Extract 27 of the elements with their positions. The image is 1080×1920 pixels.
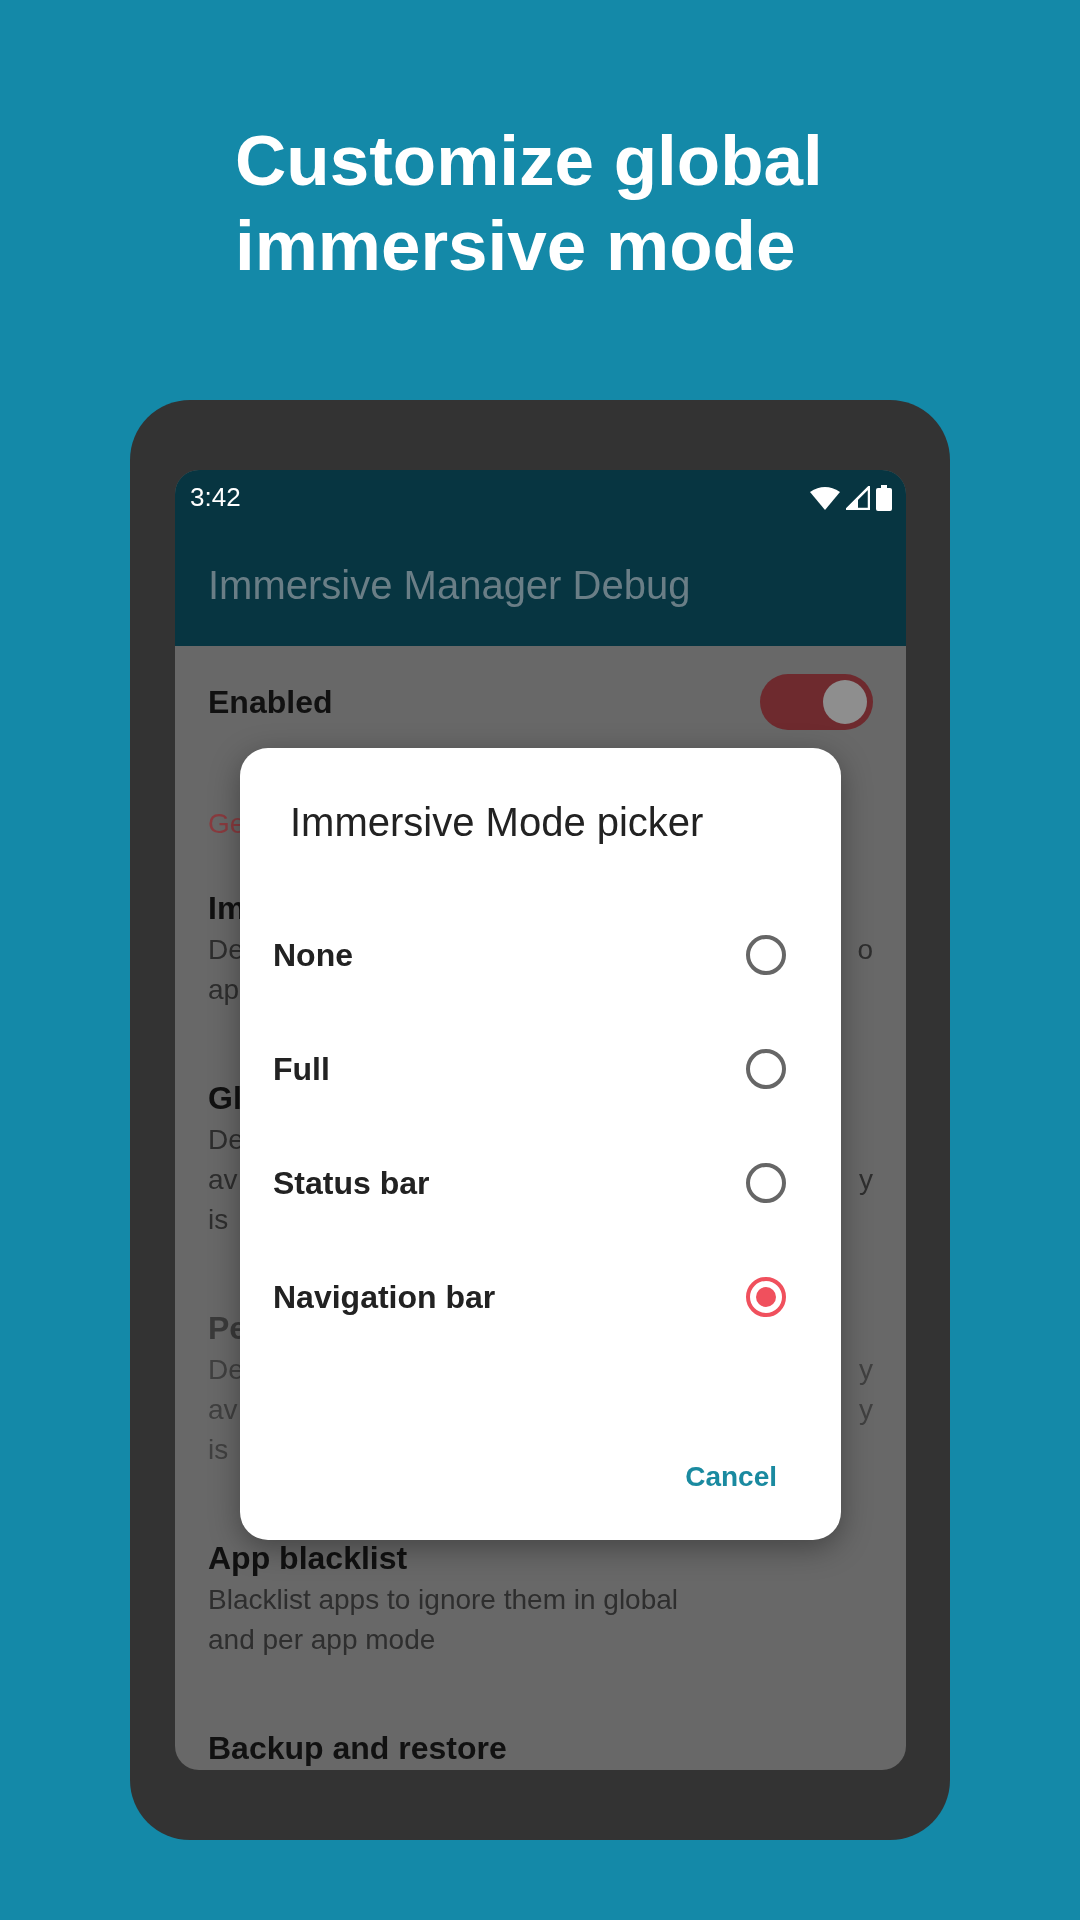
- radio-option[interactable]: Navigation bar: [240, 1240, 841, 1354]
- app-title: Immersive Manager Debug: [208, 562, 691, 610]
- signal-icon: [846, 485, 870, 510]
- radio-option[interactable]: None: [240, 898, 841, 1012]
- battery-icon: [876, 484, 892, 511]
- setting-title: Gl: [208, 1079, 242, 1118]
- wifi-icon: [810, 485, 840, 510]
- setting-title: Enabled: [208, 683, 333, 723]
- setting-summary: o: [857, 933, 873, 967]
- radio-option[interactable]: Status bar: [240, 1126, 841, 1240]
- setting-summary: and per app mode: [208, 1623, 436, 1657]
- radio-button[interactable]: [746, 1277, 786, 1317]
- cancel-button[interactable]: Cancel: [677, 1452, 785, 1502]
- setting-summary: av: [208, 1163, 238, 1197]
- setting-summary: y: [859, 1163, 873, 1197]
- setting-summary: ap: [208, 973, 240, 1007]
- setting-title: Backup and restore: [208, 1729, 507, 1768]
- radio-button[interactable]: [746, 935, 786, 975]
- status-time: 3:42: [190, 481, 241, 514]
- radio-button[interactable]: [746, 1163, 786, 1203]
- setting-summary: is: [208, 1203, 229, 1237]
- setting-title: App blacklist: [208, 1539, 408, 1578]
- radio-button[interactable]: [746, 1049, 786, 1089]
- setting-summary: Blacklist apps to ignore them in global: [208, 1583, 679, 1617]
- radio-option[interactable]: Full: [240, 1012, 841, 1126]
- headline: Customize global immersive mode: [235, 120, 824, 287]
- dialog-title: Immersive Mode picker: [290, 800, 704, 844]
